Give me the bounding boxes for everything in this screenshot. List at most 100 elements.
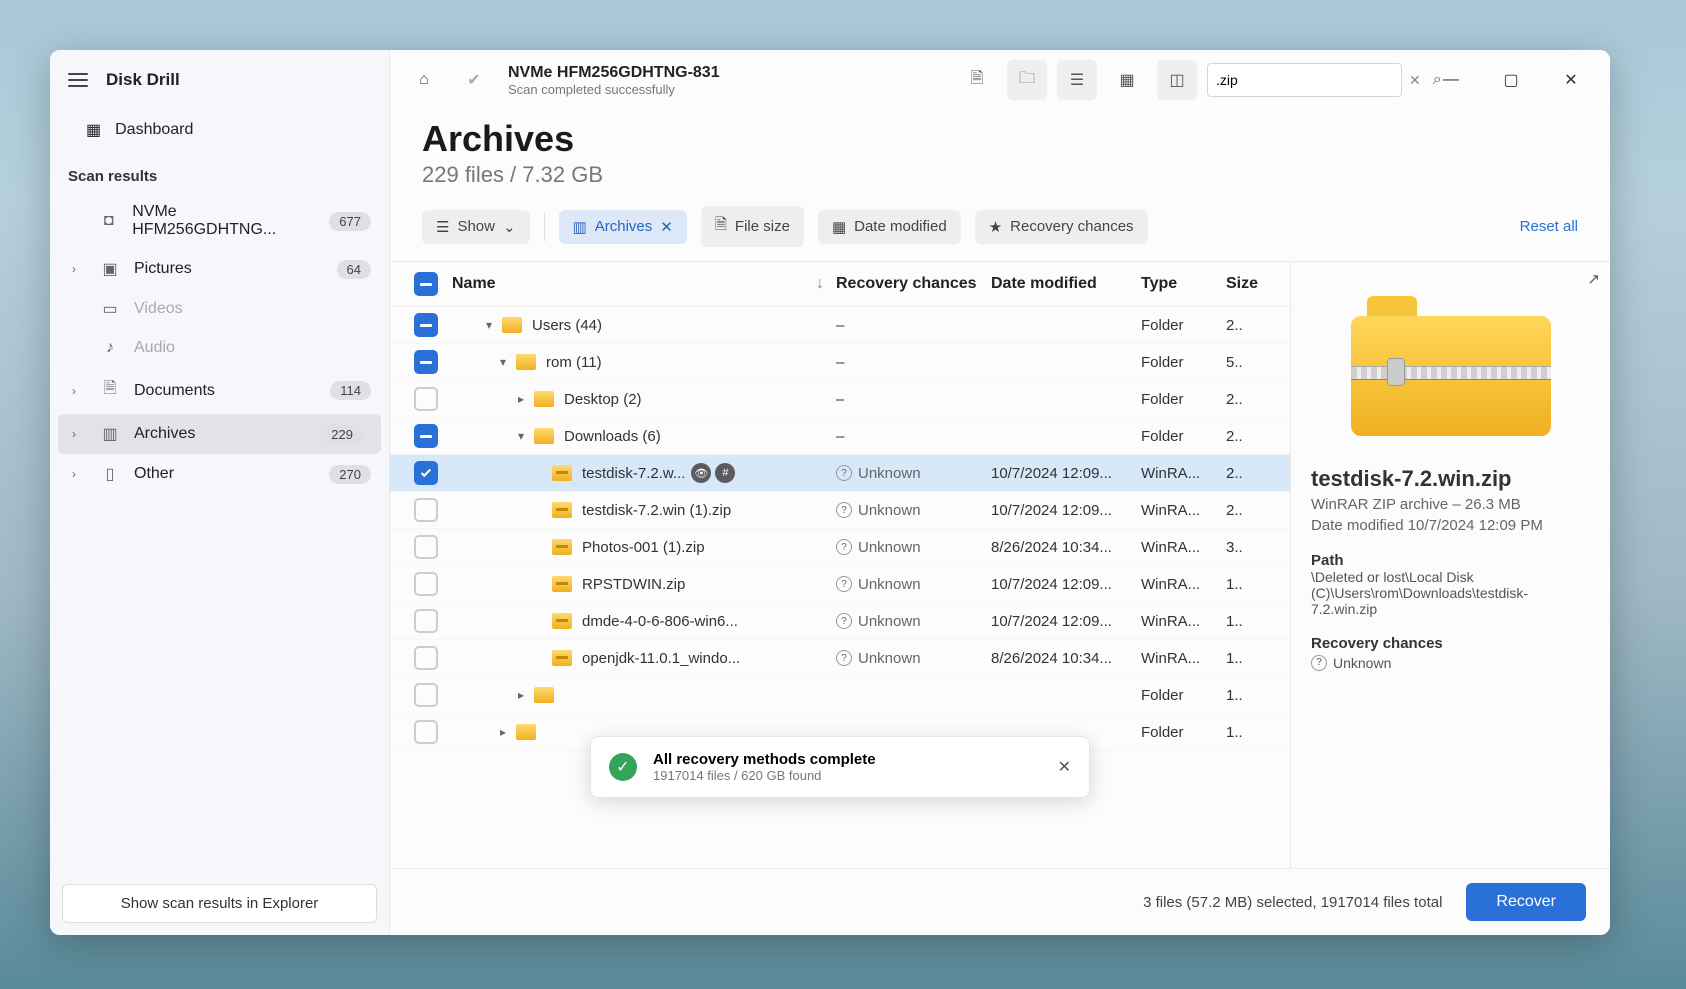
sidebar-item-pictures[interactable]: › ▣ Pictures 64 [50, 249, 389, 289]
table-row[interactable]: dmde-4-0-6-806-win6...?Unknown10/7/2024 … [390, 603, 1290, 640]
row-checkbox[interactable] [414, 313, 438, 337]
file-icon[interactable]: 🗎 [957, 60, 997, 100]
menu-icon[interactable] [68, 73, 88, 87]
table-row[interactable]: ▾rom (11)–Folder5.. [390, 344, 1290, 381]
col-label: Name [452, 275, 496, 293]
row-checkbox[interactable] [414, 387, 438, 411]
row-checkbox[interactable] [414, 535, 438, 559]
row-checkbox[interactable] [414, 646, 438, 670]
question-icon: ? [1311, 655, 1327, 671]
table-row[interactable]: openjdk-11.0.1_windo...?Unknown8/26/2024… [390, 640, 1290, 677]
row-checkbox[interactable] [414, 609, 438, 633]
row-checkbox[interactable] [414, 461, 438, 485]
expander-icon[interactable]: ▾ [512, 429, 530, 443]
grid-icon[interactable]: ▦ [1107, 60, 1147, 100]
row-checkbox[interactable] [414, 683, 438, 707]
recovery-cell: ?Unknown [836, 576, 991, 593]
row-checkbox[interactable] [414, 498, 438, 522]
size-cell: 1.. [1226, 613, 1276, 630]
detail-date: Date modified 10/7/2024 12:09 PM [1311, 517, 1590, 534]
filter-date-modified[interactable]: ▦ Date modified [818, 210, 961, 244]
file-name: Users (44) [532, 317, 602, 334]
filter-label: File size [735, 218, 790, 235]
folder-icon[interactable]: 🗀 [1007, 60, 1047, 100]
show-in-explorer-button[interactable]: Show scan results in Explorer [62, 884, 377, 923]
hash-icon[interactable]: # [715, 463, 735, 483]
grid-icon: ▦ [86, 120, 101, 140]
list-icon[interactable]: ☰ [1057, 60, 1097, 100]
table-row[interactable]: ▸Folder1.. [390, 677, 1290, 714]
toast-subtitle: 1917014 files / 620 GB found [653, 768, 876, 783]
col-recovery[interactable]: Recovery chances [836, 275, 991, 293]
check-circle-icon[interactable]: ✔ [454, 60, 494, 100]
size-cell: 1.. [1226, 687, 1276, 704]
sidebar-item-documents[interactable]: › 🗎 Documents 114 [50, 367, 389, 414]
table-row[interactable]: ▾Users (44)–Folder2.. [390, 307, 1290, 344]
maximize-button[interactable]: ▢ [1486, 60, 1536, 100]
search-box: ✕ ⌕ [1207, 63, 1402, 97]
filter-recovery-chances[interactable]: ★ Recovery chances [975, 210, 1148, 244]
table-row[interactable]: testdisk-7.2.win (1).zip?Unknown10/7/202… [390, 492, 1290, 529]
filter-chip-archives[interactable]: ▥ Archives ✕ [559, 210, 687, 244]
table-row[interactable]: Photos-001 (1).zip?Unknown8/26/2024 10:3… [390, 529, 1290, 566]
file-name: testdisk-7.2.w... [582, 465, 685, 482]
chevron-down-icon: ⌄ [503, 218, 516, 236]
folder-icon [516, 724, 536, 740]
zip-icon [552, 576, 572, 592]
table-row[interactable]: ▾Downloads (6)–Folder2.. [390, 418, 1290, 455]
col-type[interactable]: Type [1141, 275, 1226, 293]
type-cell: WinRA... [1141, 465, 1226, 482]
minimize-button[interactable]: — [1426, 60, 1476, 100]
table-row[interactable]: testdisk-7.2.w...👁#?Unknown10/7/2024 12:… [390, 455, 1290, 492]
filter-file-size[interactable]: 🗎 File size [701, 206, 804, 247]
row-checkbox[interactable] [414, 572, 438, 596]
filter-lines-icon: ☰ [436, 218, 449, 236]
select-all-checkbox[interactable] [414, 272, 438, 296]
date-cell: 10/7/2024 12:09... [991, 465, 1141, 482]
file-name: RPSTDWIN.zip [582, 576, 685, 593]
table-row[interactable]: ▸Desktop (2)–Folder2.. [390, 381, 1290, 418]
table-row[interactable]: RPSTDWIN.zip?Unknown10/7/2024 12:09...Wi… [390, 566, 1290, 603]
app-title: Disk Drill [106, 70, 180, 90]
row-checkbox[interactable] [414, 424, 438, 448]
size-cell: 2.. [1226, 317, 1276, 334]
home-icon[interactable]: ⌂ [404, 60, 444, 100]
recovery-cell: ?Unknown [836, 539, 991, 556]
row-checkbox[interactable] [414, 720, 438, 744]
expander-icon[interactable]: ▸ [512, 688, 530, 702]
zip-icon [552, 465, 572, 481]
search-input[interactable] [1208, 72, 1405, 88]
open-external-icon[interactable]: ↗ [1587, 270, 1600, 288]
col-name[interactable]: Name↓ [448, 275, 836, 293]
date-cell: 10/7/2024 12:09... [991, 502, 1141, 519]
recover-button[interactable]: Recover [1466, 883, 1586, 921]
col-size[interactable]: Size [1226, 275, 1276, 293]
star-icon: ★ [989, 218, 1002, 236]
question-icon: ? [836, 650, 852, 666]
zip-icon [552, 650, 572, 666]
check-circle-icon: ✓ [609, 753, 637, 781]
expander-icon[interactable]: ▸ [512, 392, 530, 406]
sidebar-item-videos[interactable]: ▭ Videos [50, 289, 389, 329]
row-checkbox[interactable] [414, 350, 438, 374]
reset-all-link[interactable]: Reset all [1520, 218, 1578, 235]
close-toast-icon[interactable]: ✕ [1058, 757, 1071, 777]
sidebar-item-other[interactable]: › ▯ Other 270 [50, 454, 389, 494]
file-name: dmde-4-0-6-806-win6... [582, 613, 738, 630]
chevron-right-icon: › [72, 384, 86, 398]
close-button[interactable]: ✕ [1546, 60, 1596, 100]
show-dropdown[interactable]: ☰ Show ⌄ [422, 210, 530, 244]
sidebar-item-archives[interactable]: › ▥ Archives 229 [58, 414, 381, 454]
expander-icon[interactable]: ▾ [494, 355, 512, 369]
sidebar-item-device[interactable]: ◘ NVMe HFM256GDHTNG... 677 [50, 193, 389, 249]
expander-icon[interactable]: ▾ [480, 318, 498, 332]
clear-search-icon[interactable]: ✕ [1405, 72, 1425, 89]
sidebar-item-dashboard[interactable]: ▦ Dashboard [50, 110, 389, 150]
col-date[interactable]: Date modified [991, 275, 1141, 293]
panel-icon[interactable]: ◫ [1157, 60, 1197, 100]
expander-icon[interactable]: ▸ [494, 725, 512, 739]
size-cell: 1.. [1226, 650, 1276, 667]
sidebar-item-audio[interactable]: ♪ Audio [50, 329, 389, 367]
eye-icon[interactable]: 👁 [691, 463, 711, 483]
remove-filter-icon[interactable]: ✕ [660, 218, 673, 236]
